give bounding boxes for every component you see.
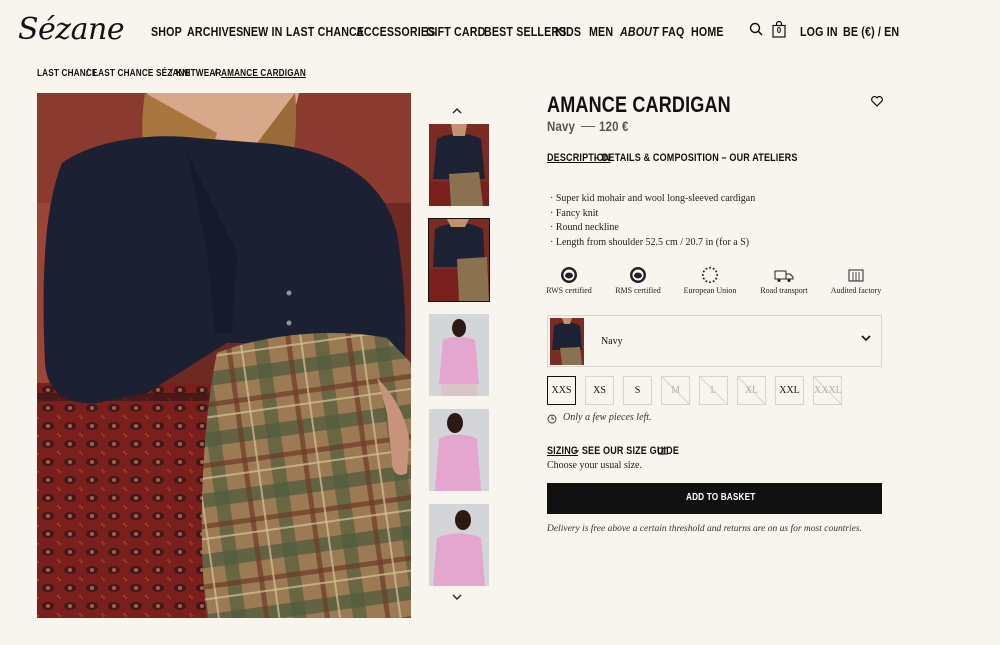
search-icon[interactable] <box>749 22 763 41</box>
cert-label: RWS certified <box>546 286 592 295</box>
nav-shop[interactable]: SHOP <box>151 24 182 39</box>
size-m[interactable]: M <box>661 376 690 405</box>
locale-selector[interactable]: BE (€) / EN <box>843 24 899 39</box>
nav-men[interactable]: MEN <box>589 24 613 39</box>
size-xxl[interactable]: XXL <box>775 376 804 405</box>
cert-label: RMS certified <box>615 286 661 295</box>
feature-item: · Super kid mohair and wool long-sleeved… <box>550 193 756 204</box>
breadcrumb-separator: / <box>214 68 217 79</box>
cert-rws: RWS certified <box>534 266 604 295</box>
cert-rms: RMS certified <box>603 266 673 295</box>
chevron-down-icon <box>861 335 871 342</box>
color-swatch-image <box>550 318 584 365</box>
choose-size-hint: Choose your usual size. <box>547 460 642 471</box>
cert-factory: Audited factory <box>821 266 891 295</box>
nav-gift-card[interactable]: GIFT CARD <box>426 24 486 39</box>
thumbnail-down-arrow[interactable] <box>452 593 462 604</box>
selected-color-label: Navy <box>601 336 623 347</box>
feature-item: · Round neckline <box>550 222 619 233</box>
feature-list: · Super kid mohair and wool long-sleeved… <box>550 192 755 250</box>
feature-item: · Fancy knit <box>550 207 599 219</box>
product-color: Navy <box>547 118 576 134</box>
nav-kids[interactable]: KIDS <box>555 24 581 39</box>
nav-home[interactable]: HOME <box>691 24 724 39</box>
eu-stars-icon <box>701 266 719 284</box>
size-xxs[interactable]: XXS <box>547 376 576 405</box>
book-icon[interactable] <box>658 447 668 455</box>
cert-label: Road transport <box>760 286 808 295</box>
feature-item: · Length from shoulder 52.5 cm / 20.7 in… <box>550 236 750 248</box>
thumbnail-3[interactable] <box>429 314 489 396</box>
cert-road: Road transport <box>749 266 819 295</box>
thumbnail-1[interactable] <box>429 124 489 206</box>
cart-icon[interactable]: 0 <box>772 20 786 43</box>
thumbnail-5[interactable] <box>429 504 489 586</box>
cert-eu: European Union <box>675 266 745 295</box>
stock-text: Only a few pieces left. <box>563 412 652 423</box>
cert-label: European Union <box>683 286 737 295</box>
thumbnail-up-arrow[interactable] <box>452 106 462 117</box>
delivery-note: Delivery is free above a certain thresho… <box>547 524 862 534</box>
factory-icon <box>848 269 864 282</box>
size-l[interactable]: L <box>699 376 728 405</box>
wishlist-heart-icon[interactable] <box>871 94 883 112</box>
breadcrumb-separator: / <box>86 68 89 79</box>
login-link[interactable]: LOG IN <box>800 24 838 39</box>
nav-new-in[interactable]: NEW IN <box>243 24 282 39</box>
size-xs[interactable]: XS <box>585 376 614 405</box>
product-main-image[interactable] <box>37 93 411 618</box>
size-s[interactable]: S <box>623 376 652 405</box>
nav-last-chance[interactable]: LAST CHANCE <box>286 24 364 39</box>
mohair-badge-icon <box>630 267 646 283</box>
nav-faq[interactable]: FAQ <box>662 24 684 39</box>
add-to-basket-button[interactable]: ADD TO BASKET <box>547 483 882 514</box>
color-selector[interactable]: Navy <box>547 315 882 367</box>
thumbnail-4[interactable] <box>429 409 489 491</box>
clock-icon <box>547 414 557 424</box>
price-separator: — <box>581 117 595 133</box>
sheep-badge-icon <box>561 267 577 283</box>
nav-archives[interactable]: ARCHIVES <box>187 24 243 39</box>
add-to-basket-label: ADD TO BASKET <box>686 492 756 503</box>
tab-details-ateliers[interactable]: – DETAILS & COMPOSITION – OUR ATELIERS <box>594 152 798 164</box>
cert-label: Audited factory <box>830 286 882 295</box>
nav-about[interactable]: ABOUT <box>620 24 659 39</box>
product-price: 120 € <box>599 118 629 134</box>
logo[interactable]: Sézane <box>18 12 125 47</box>
cart-count: 0 <box>776 26 782 35</box>
nav-accessories[interactable]: ACCESSORIES <box>356 24 435 39</box>
breadcrumb-separator: / <box>170 68 173 79</box>
product-title: AMANCE CARDIGAN <box>547 92 731 117</box>
truck-icon <box>774 270 794 282</box>
breadcrumb-current: AMANCE CARDIGAN <box>221 68 306 79</box>
thumbnail-2[interactable] <box>428 218 490 302</box>
size-xxxl[interactable]: XXXL <box>813 376 842 405</box>
size-xl[interactable]: XL <box>737 376 766 405</box>
